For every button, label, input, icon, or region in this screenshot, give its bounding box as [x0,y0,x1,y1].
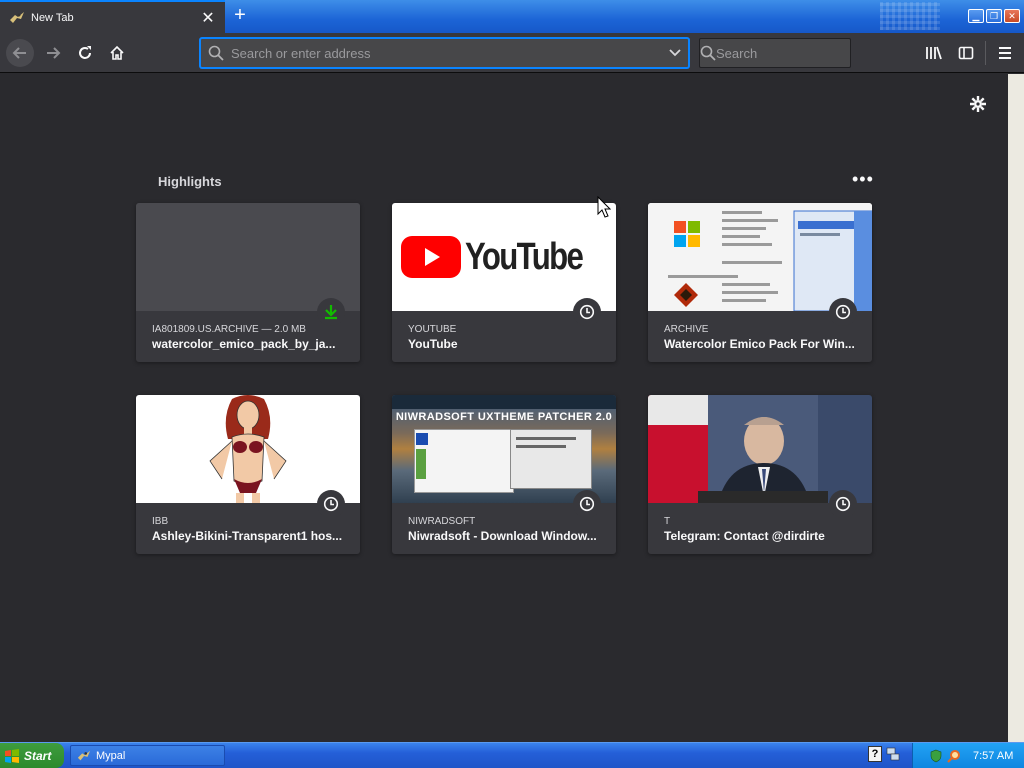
back-arrow-icon [12,47,26,59]
card-title: Niwradsoft - Download Window... [408,529,597,543]
close-window-icon[interactable]: ✕ [1004,9,1020,23]
start-label: Start [24,748,52,763]
tab-new-tab[interactable]: New Tab ✕ [0,0,225,33]
clock-icon [829,298,857,326]
card-host: ARCHIVE [664,324,709,335]
window-controls: ▁ ❐ ✕ [968,9,1020,23]
titlebar-decoration [880,2,940,30]
clock: 7:57 AM [973,749,1014,762]
clock-icon [829,490,857,518]
youtube-logo-text: YouTube [464,235,584,278]
card-title: watercolor_emico_pack_by_ja... [152,337,336,351]
search-input[interactable] [716,45,892,61]
card-thumbnail: YouTube [392,203,616,311]
thumbnail-heading: NIWRADSOFT UXTHEME PATCHER 2.0 [395,411,613,423]
taskbar: Start Mypal ? 7:57 AM [0,742,1024,768]
start-button[interactable]: Start [0,743,64,768]
sidebar-button[interactable] [952,39,980,67]
mypal-icon [77,750,91,760]
search-icon [201,45,231,61]
search-icon [700,45,716,61]
card-host: T [664,516,671,527]
highlights-heading: Highlights [158,174,222,189]
reload-button[interactable] [71,39,99,67]
title-bar: New Tab ✕ + ▁ ❐ ✕ [0,0,1024,33]
network-icon[interactable] [886,746,900,762]
card-thumbnail [648,203,872,311]
hamburger-menu-icon [999,47,1011,59]
chevron-down-icon[interactable] [662,49,688,57]
forward-arrow-icon [47,47,61,59]
card-title: YouTube [408,337,458,351]
taskbar-item-mypal[interactable]: Mypal [70,745,225,766]
tab-title: New Tab [31,11,74,24]
clock-icon [317,490,345,518]
card-host: NIWRADSOFT [408,516,476,527]
library-button[interactable] [920,39,948,67]
sidebar-icon [958,46,974,60]
vertical-scrollbar[interactable] [1008,74,1024,742]
taskbar-item-label: Mypal [96,749,126,762]
restore-icon[interactable]: ❐ [986,9,1002,23]
forward-button[interactable] [39,39,67,67]
menu-button[interactable] [991,39,1019,67]
card-title: Ashley-Bikini-Transparent1 hos... [152,529,343,543]
security-shield-icon[interactable] [929,749,943,763]
address-bar[interactable] [200,38,689,68]
back-button[interactable] [6,39,34,67]
minimize-icon[interactable]: ▁ [968,9,984,23]
highlight-card[interactable]: IA801809.US.ARCHIVE — 2.0 MB watercolor_… [136,203,360,362]
address-input[interactable] [231,45,662,61]
highlight-card[interactable]: ARCHIVE Watercolor Emico Pack For Win... [648,203,872,362]
highlight-card[interactable]: IBB Ashley-Bikini-Transparent1 hos... [136,395,360,554]
highlight-card[interactable]: YouTube YOUTUBE YouTube [392,203,616,362]
system-tray: 7:57 AM [912,743,1024,768]
card-thumbnail [136,395,360,503]
download-icon [317,298,345,326]
new-tab-button[interactable]: + [228,4,252,28]
clock-icon [573,298,601,326]
card-thumbnail [136,203,360,311]
help-icon[interactable]: ? [868,746,882,762]
tab-close-icon[interactable]: ✕ [197,8,219,28]
magnifier-icon[interactable] [947,749,961,763]
card-thumbnail [648,395,872,503]
card-thumbnail: NIWRADSOFT UXTHEME PATCHER 2.0 [392,395,616,503]
youtube-logo-icon [400,236,461,278]
home-icon [110,45,124,60]
search-bar[interactable] [699,38,892,68]
highlight-card[interactable]: NIWRADSOFT UXTHEME PATCHER 2.0 NIWRADSOF… [392,395,616,554]
mouse-cursor-icon [597,196,611,218]
card-host: IA801809.US.ARCHIVE — 2.0 MB [152,324,306,335]
card-host: IBB [152,516,169,527]
more-options-icon[interactable]: ••• [852,170,874,188]
card-title: Watercolor Emico Pack For Win... [664,337,855,351]
library-icon [926,46,942,60]
home-button[interactable] [103,39,131,67]
navigation-toolbar [0,33,1024,73]
mypal-favicon-icon [9,10,25,26]
card-title: Telegram: Contact @dirdirte [664,529,825,543]
gear-icon[interactable] [968,94,988,114]
toolbar-separator [985,41,986,65]
clock-icon [573,490,601,518]
card-host: YOUTUBE [408,324,457,335]
quick-tray: ? [868,746,900,762]
windows-flag-icon [5,748,19,763]
highlight-card[interactable]: T Telegram: Contact @dirdirte [648,395,872,554]
new-tab-page: Highlights ••• IA801809.US.ARCHIVE — 2.0… [0,74,1008,742]
reload-icon [79,46,91,59]
